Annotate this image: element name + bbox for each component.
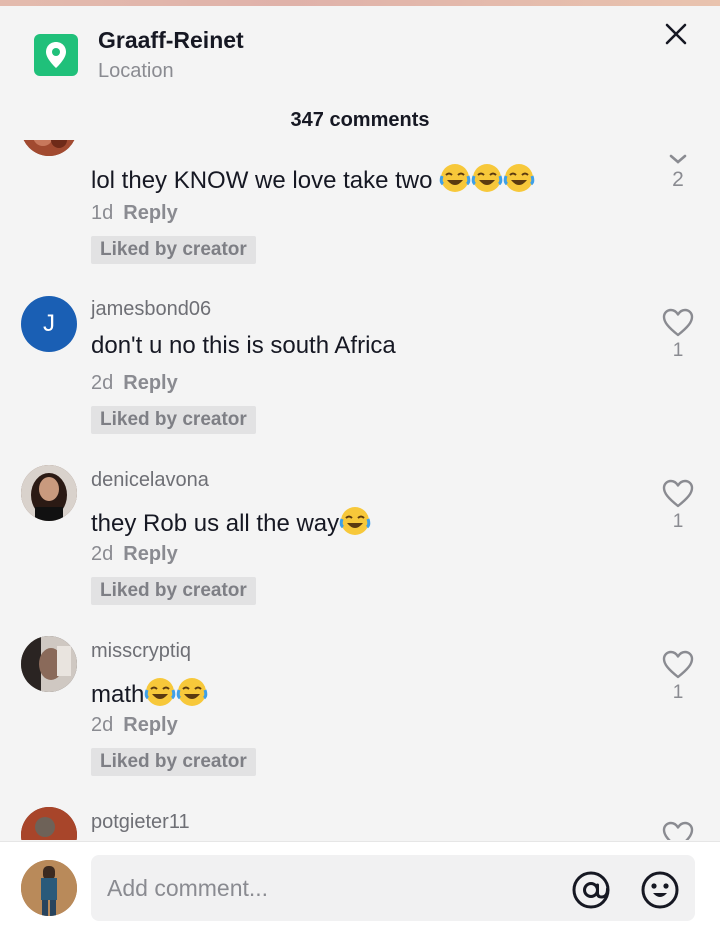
emoji-button[interactable] <box>639 869 681 911</box>
comment-username[interactable]: potgieter11 <box>91 811 190 834</box>
like-button[interactable] <box>658 821 698 840</box>
comments-count: 347 comments <box>290 109 430 131</box>
close-icon <box>665 23 687 45</box>
photo-avatar-icon <box>21 636 77 692</box>
at-icon <box>572 871 610 909</box>
heart-icon <box>662 308 694 337</box>
comment-meta: 2d Reply <box>91 543 178 566</box>
comments-sheet: Graaff-Reinet Location 347 comments lol … <box>0 0 720 931</box>
like-button[interactable]: 1 <box>658 650 698 704</box>
avatar-letter: J <box>43 310 55 337</box>
photo-avatar-icon <box>21 860 77 916</box>
like-count: 1 <box>672 682 684 703</box>
smiley-icon <box>641 871 679 909</box>
comment-text: don't u no this is south Africa <box>91 332 396 359</box>
comment-meta: 2d Reply <box>91 372 178 395</box>
like-button[interactable]: 1 <box>658 479 698 533</box>
comment-meta: 1d Reply <box>91 202 178 225</box>
like-button[interactable]: 1 <box>658 308 698 362</box>
comment-text: math <box>91 676 208 709</box>
liked-by-creator-badge: Liked by creator <box>91 236 256 264</box>
video-edge-strip <box>0 0 720 6</box>
photo-avatar-icon <box>21 807 77 840</box>
laughing-emoji-icon <box>471 162 503 194</box>
reply-button[interactable]: Reply <box>123 714 177 736</box>
avatar[interactable] <box>21 807 77 840</box>
location-subtitle: Location <box>98 60 174 82</box>
liked-by-creator-badge: Liked by creator <box>91 406 256 434</box>
partial-avatar-icon <box>21 140 77 156</box>
comment-list[interactable]: lol they KNOW we love take two 1d Reply L… <box>0 140 720 840</box>
comment-text: lol they KNOW we love take two <box>91 162 535 195</box>
my-avatar <box>21 860 77 916</box>
comment-time: 2d <box>91 714 114 736</box>
mention-button[interactable] <box>570 869 612 911</box>
comment-composer <box>0 841 720 931</box>
comment-text: they Rob us all the way <box>91 505 371 538</box>
laughing-emoji-icon <box>439 162 471 194</box>
heart-icon <box>662 479 694 508</box>
location-title[interactable]: Graaff-Reinet <box>98 27 244 54</box>
location-pin-icon[interactable] <box>34 34 78 76</box>
comment-meta: 2d Reply <box>91 714 178 737</box>
reply-button[interactable]: Reply <box>123 372 177 394</box>
comment-input-box[interactable] <box>91 855 695 921</box>
like-count: 2 <box>672 168 684 191</box>
comment-username[interactable]: denicelavona <box>91 469 209 492</box>
laughing-emoji-icon <box>339 505 371 537</box>
photo-avatar-icon <box>21 465 77 521</box>
chevron-down-icon <box>669 154 687 164</box>
like-button[interactable]: 2 <box>658 150 698 192</box>
comment-time: 2d <box>91 543 114 565</box>
laughing-emoji-icon <box>176 676 208 708</box>
like-count: 1 <box>672 340 684 361</box>
avatar[interactable]: J <box>21 296 77 352</box>
avatar[interactable] <box>21 636 77 692</box>
avatar[interactable] <box>21 465 77 521</box>
heart-icon <box>662 650 694 679</box>
avatar[interactable] <box>21 140 77 156</box>
reply-button[interactable]: Reply <box>123 543 177 565</box>
like-count: 1 <box>672 511 684 532</box>
close-button[interactable] <box>656 14 696 54</box>
comment-time: 1d <box>91 202 114 224</box>
comment-input[interactable] <box>107 855 547 921</box>
comment-time: 2d <box>91 372 114 394</box>
comment-username[interactable]: misscryptiq <box>91 640 191 663</box>
laughing-emoji-icon <box>144 676 176 708</box>
heart-icon <box>662 821 694 840</box>
liked-by-creator-badge: Liked by creator <box>91 748 256 776</box>
liked-by-creator-badge: Liked by creator <box>91 577 256 605</box>
reply-button[interactable]: Reply <box>123 202 177 224</box>
comment-username[interactable]: jamesbond06 <box>91 298 211 321</box>
laughing-emoji-icon <box>503 162 535 194</box>
